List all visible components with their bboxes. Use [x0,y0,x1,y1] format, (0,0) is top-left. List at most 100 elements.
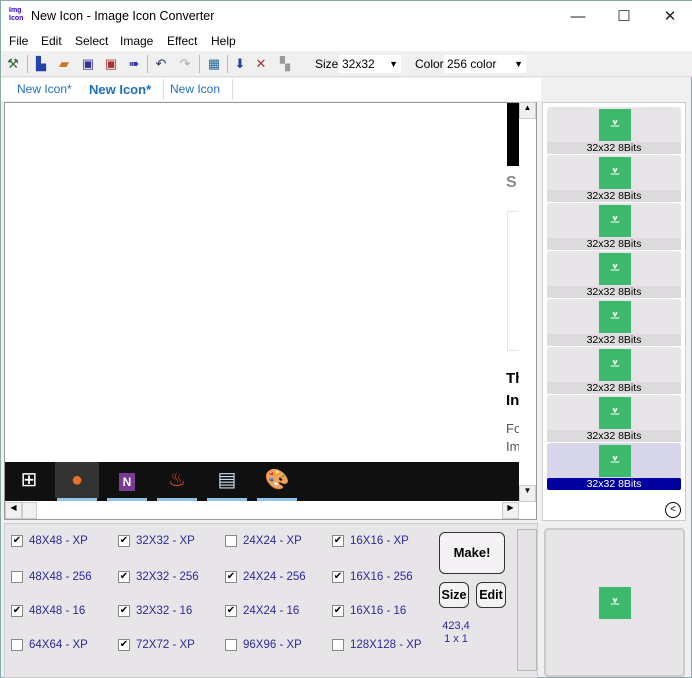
separator [199,55,200,73]
canvas-text: S [506,174,517,191]
scroll-up-button[interactable]: ▲ [519,102,536,119]
capture-icon[interactable]: ▦ [206,56,222,72]
checkbox-box[interactable]: ✔ [118,639,130,651]
close-button[interactable]: ✕ [647,1,692,32]
color-label: Color: [415,57,448,71]
icon-preview: ⩡ [544,528,685,677]
format-checkbox[interactable]: ✔ 48X48 - 16 [11,605,85,617]
menu-effect[interactable]: Effect [167,34,197,48]
format-checkbox[interactable]: ✔ 16X16 - XP [332,535,409,547]
separator [27,55,28,73]
edit-button[interactable]: Edit [476,582,506,608]
icon-thumbnail: ⩡ [599,397,631,429]
scroll-down-button[interactable]: ▼ [519,485,536,502]
checkbox-box[interactable]: ✔ [332,605,344,617]
make-button[interactable]: Make! [439,532,505,574]
color-select[interactable]: 256 color ▼ [444,55,526,73]
format-checkbox[interactable]: ✔ 72X72 - XP [118,639,195,651]
app-logo-icon: Img Icon [9,7,24,22]
menu-image[interactable]: Image [120,34,153,48]
icon-list-item[interactable]: ⩡ 32x32 8Bits [547,443,681,490]
import-color-icon[interactable]: ⬇ [232,56,248,72]
size-select[interactable]: 32x32 ▼ [339,55,401,73]
format-checkbox[interactable]: 48X48 - 256 [11,571,92,583]
tab-new-icon-1[interactable]: New Icon* [5,79,85,100]
format-checkbox[interactable]: ✔ 24X24 - 16 [225,605,299,617]
format-checkbox[interactable]: 96X96 - XP [225,639,302,651]
icon-thumbnail: ⩡ [599,301,631,333]
icon-list-item-label: 32x32 8Bits [547,430,681,442]
icon-list-item[interactable]: ⩡ 32x32 8Bits [547,251,681,298]
side-slider[interactable] [517,529,537,671]
format-checkbox[interactable]: ✔ 16X16 - 256 [332,571,413,583]
minimize-button[interactable]: — [555,1,601,32]
checkbox-box[interactable]: ✔ [225,571,237,583]
checkbox-box[interactable]: ✔ [11,605,23,617]
icon-list-item[interactable]: ⩡ 32x32 8Bits [547,395,681,442]
format-label: 48X48 - XP [29,535,88,547]
checkbox-box[interactable]: ✔ [118,571,130,583]
format-label: 48X48 - 256 [29,571,92,583]
checkbox-box[interactable]: ✔ [11,535,23,547]
format-checkbox[interactable]: ✔ 32X32 - 16 [118,605,192,617]
checkbox-box[interactable] [225,535,237,547]
new-file-icon[interactable]: ▙ [33,56,49,72]
format-checkbox[interactable]: 64X64 - XP [11,639,88,651]
save-as-icon[interactable]: ▣ [103,56,119,72]
icon-list-item[interactable]: ⩡ 32x32 8Bits [547,347,681,394]
duplicate-icon[interactable]: ▚ [277,56,293,72]
scroll-left-button[interactable]: ◀ [5,502,22,519]
format-checkbox[interactable]: ✔ 48X48 - XP [11,535,88,547]
menu-help[interactable]: Help [211,34,236,48]
collapse-left-icon[interactable]: < [665,502,681,518]
menu-edit[interactable]: Edit [41,34,62,48]
scroll-right-button[interactable]: ▶ [502,502,519,519]
horizontal-scrollbar-thumb[interactable] [22,502,37,519]
redo-icon[interactable]: ↷ [177,56,193,72]
menu-select[interactable]: Select [75,34,108,48]
undo-icon[interactable]: ↶ [153,56,169,72]
image-canvas[interactable] [4,102,537,520]
icon-list-item[interactable]: ⩡ 32x32 8Bits [547,203,681,250]
checkbox-box[interactable] [11,571,23,583]
firefox-icon: ● [55,462,99,501]
checkbox-box[interactable]: ✔ [225,605,237,617]
tab-new-icon-3[interactable]: New Icon [158,79,234,100]
checkbox-box[interactable]: ✔ [332,571,344,583]
paint-palette-icon: 🎨 [255,462,299,501]
format-label: 32X32 - 256 [136,571,199,583]
format-checkbox[interactable]: ✔ 24X24 - 256 [225,571,306,583]
format-checkbox[interactable]: ✔ 32X32 - 256 [118,571,199,583]
format-checkbox[interactable]: 128X128 - XP [332,639,422,651]
format-checkbox[interactable]: ✔ 32X32 - XP [118,535,195,547]
menu-file[interactable]: File [9,34,28,48]
window-title: New Icon - Image Icon Converter [31,9,215,23]
checkbox-box[interactable] [225,639,237,651]
delete-icon[interactable]: ✕ [253,56,269,72]
save-icon[interactable]: ▣ [80,56,96,72]
separator [147,55,148,73]
open-folder-icon[interactable]: ▰ [56,56,72,72]
checkbox-box[interactable] [332,639,344,651]
format-label: 24X24 - 16 [243,605,300,617]
document-icon: ▤ [205,462,249,501]
icon-thumbnail: ⩡ [599,445,631,477]
checkbox-box[interactable]: ✔ [332,535,344,547]
windows-logo-icon: ⊞ [20,469,38,491]
magic-wand-icon[interactable]: ⚒ [5,56,21,72]
color-value: 256 color [447,57,497,71]
checkbox-box[interactable]: ✔ [118,535,130,547]
checkbox-box[interactable] [11,639,23,651]
maximize-button[interactable]: ☐ [601,1,647,32]
checkbox-box[interactable]: ✔ [118,605,130,617]
icon-list-item[interactable]: ⩡ 32x32 8Bits [547,155,681,202]
size-button[interactable]: Size [439,582,469,608]
export-arrow-icon[interactable]: ➠ [126,56,142,72]
format-checkbox[interactable]: 24X24 - XP [225,535,302,547]
tab-new-icon-2-active[interactable]: New Icon* [77,79,165,100]
format-label: 96X96 - XP [243,639,302,651]
format-checkbox[interactable]: ✔ 16X16 - 16 [332,605,406,617]
chevron-down-icon: ▼ [389,59,398,69]
icon-list-item[interactable]: ⩡ 32x32 8Bits [547,107,681,154]
icon-list-item[interactable]: ⩡ 32x32 8Bits [547,299,681,346]
